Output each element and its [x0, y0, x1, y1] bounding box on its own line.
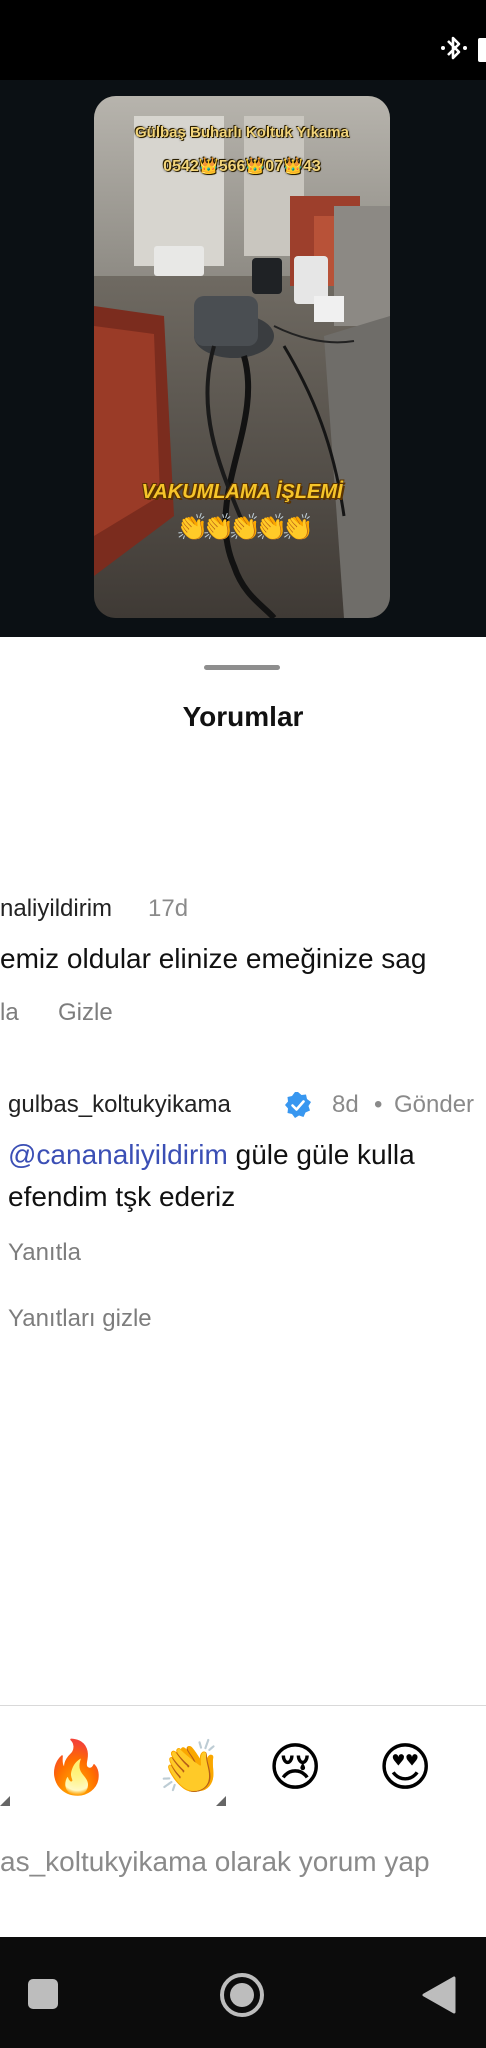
video-thumbnail[interactable]: Gülbaş Buharlı Koltuk Yıkama 0542👑566👑07…: [94, 96, 390, 618]
overlay-emojis: 👏👏👏👏👏: [176, 512, 314, 542]
sheet-title: Yorumlar: [182, 701, 304, 732]
reply-text: güle güle kulla: [227, 1139, 415, 1170]
drag-handle[interactable]: [204, 665, 280, 670]
reaction-heart-eyes[interactable]: 😍: [378, 1738, 432, 1798]
hide-replies-button[interactable]: Yanıtları gizle: [8, 1305, 152, 1333]
navigation-bar: [0, 1937, 486, 2048]
recent-apps-icon[interactable]: [26, 1977, 60, 2011]
reply-text-line1: @cananaliyildirim güle güle kulla: [8, 1135, 415, 1175]
reply-text-line2: efendim tşk ederiz: [8, 1181, 236, 1212]
reply-reply-button[interactable]: Yanıtla: [8, 1239, 81, 1267]
battery-icon: [478, 38, 486, 62]
mention-link[interactable]: @cananaliyildirim: [8, 1139, 228, 1170]
reaction-corner-mark: [0, 1796, 10, 1806]
verified-badge-icon: [285, 1092, 311, 1118]
overlay-caption: VAKUMLAMA İŞLEMİ: [141, 481, 343, 503]
reply-status: Gönder: [394, 1091, 475, 1118]
reply-username[interactable]: gulbas_koltukyikama: [8, 1091, 231, 1119]
overlay-title: Gülbaş Buharlı Koltuk Yıkama: [135, 124, 349, 141]
video-player[interactable]: Gülbaş Buharlı Koltuk Yıkama 0542👑566👑07…: [0, 80, 486, 637]
comment-text: emiz oldular elinize emeğinize sag: [0, 943, 427, 974]
comment-username[interactable]: naliyildirim: [0, 895, 112, 923]
status-bar: [0, 0, 486, 80]
reaction-divider: [0, 1705, 486, 1706]
reaction-cry[interactable]: 😢: [268, 1738, 322, 1798]
back-icon[interactable]: [420, 1975, 458, 2015]
reaction-clap[interactable]: 👏: [158, 1738, 223, 1798]
meta-separator: •: [374, 1091, 383, 1118]
home-icon[interactable]: [218, 1971, 266, 2019]
bluetooth-icon: [441, 36, 467, 60]
hide-button[interactable]: Gizle: [58, 999, 113, 1027]
reply-time: 8d: [332, 1091, 359, 1118]
reaction-corner-mark: [216, 1796, 226, 1806]
reply-button[interactable]: la: [0, 999, 19, 1027]
comment-input[interactable]: as_koltukyikama olarak yorum yap: [0, 1846, 430, 1878]
overlay-phone: 0542👑566👑07👑43: [163, 158, 321, 175]
reaction-fire[interactable]: 🔥: [44, 1738, 109, 1798]
comment-time: 17d: [148, 895, 189, 922]
